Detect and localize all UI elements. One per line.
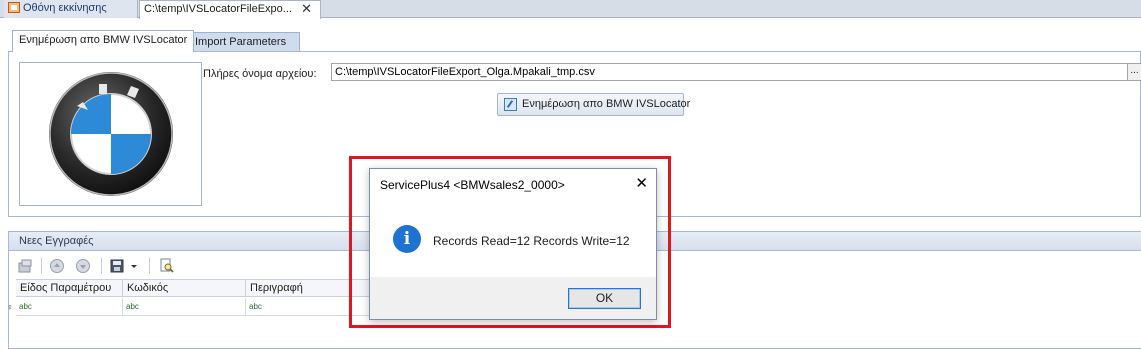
new-row-indicator-icon: ♀ xyxy=(6,302,14,312)
dialog-title: ServicePlus4 <BMWsales2_0000> xyxy=(380,178,565,192)
edit-icon xyxy=(504,98,517,111)
toolbar-separator xyxy=(149,258,150,274)
tab-import-parameters[interactable]: Import Parameters xyxy=(188,32,300,52)
file-name-label: Πλήρες όνομα αρχείου: xyxy=(203,68,317,80)
save-icon[interactable] xyxy=(109,258,125,274)
column-header-code[interactable]: Κωδικός xyxy=(123,280,246,297)
cell-parameter-type[interactable]: abc xyxy=(16,298,123,316)
home-screen-icon xyxy=(8,2,20,13)
new-record-icon[interactable] xyxy=(17,258,33,274)
tab-home-screen[interactable]: Οθόνη εκκίνησης xyxy=(4,0,138,18)
update-from-ivslocator-button[interactable]: Ενημέρωση απο BMW IVSLocator xyxy=(497,93,690,116)
close-tab-icon[interactable]: ✕ xyxy=(301,0,312,17)
cell-code[interactable]: abc xyxy=(123,298,246,316)
tab-home-label: Οθόνη εκκίνησης xyxy=(23,2,107,14)
tab-bmw-ivslocator-update[interactable]: Ενημέρωση απο BMW IVSLocator xyxy=(12,30,195,52)
dialog-close-icon[interactable]: ✕ xyxy=(635,174,648,192)
bmw-logo xyxy=(19,62,202,206)
document-tab-bar: Οθόνη εκκίνησης C:\temp\IVSLocatorFileEx… xyxy=(0,0,1141,19)
ok-button[interactable]: OK xyxy=(568,288,641,309)
browse-file-button[interactable]: ... xyxy=(1127,63,1141,81)
message-dialog: ServicePlus4 <BMWsales2_0000> ✕ i Record… xyxy=(369,168,657,320)
move-down-icon[interactable] xyxy=(75,258,91,274)
chevron-down-icon[interactable] xyxy=(129,258,139,274)
tab-ivs-locator-label: C:\temp\IVSLocatorFileExpo... xyxy=(144,3,292,15)
tab-ivs-locator-file[interactable]: C:\temp\IVSLocatorFileExpo... ✕ xyxy=(139,0,321,19)
preview-search-icon[interactable] xyxy=(159,258,175,274)
toolbar-separator xyxy=(101,258,102,274)
info-icon: i xyxy=(393,225,421,253)
move-up-icon[interactable] xyxy=(49,258,65,274)
dialog-footer: OK xyxy=(370,277,656,319)
bmw-roundel-icon xyxy=(48,72,173,196)
file-path-input[interactable] xyxy=(331,63,1129,81)
column-header-parameter-type[interactable]: Είδος Παραμέτρου xyxy=(16,280,123,297)
update-button-label: Ενημέρωση απο BMW IVSLocator xyxy=(522,98,691,110)
dialog-message: Records Read=12 Records Write=12 xyxy=(433,234,630,248)
toolbar-separator xyxy=(41,258,42,274)
